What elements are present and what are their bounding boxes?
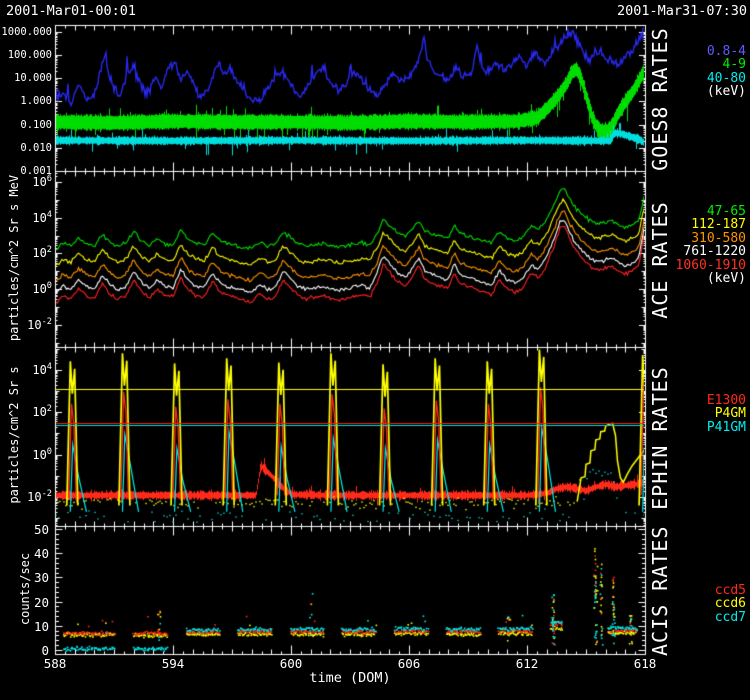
y-tick-label: 100.000	[0, 49, 52, 61]
x-tick-label: 588	[40, 656, 70, 671]
panel-title-goes8: GOES8 RATES	[648, 26, 672, 172]
y-tick-label: 50	[0, 522, 49, 537]
y-tick-label: 1000.000	[0, 26, 52, 38]
y-axis-unit-acis: counts/sec	[18, 524, 32, 654]
legend-ace: 47-65112-187310-580761-12201060-1910(keV…	[676, 205, 746, 285]
end-datetime-label: 2001-Mar31-07:30	[617, 3, 747, 19]
y-tick-label: 106	[0, 174, 52, 189]
legend-entry: ccd5	[715, 584, 746, 597]
legend-entry: ccd6	[715, 597, 746, 610]
plot-canvas	[0, 0, 750, 700]
y-tick-label: 104	[0, 362, 52, 377]
legend-goes8: 0.8-44-940-80(keV)	[707, 45, 746, 99]
panel-title-ephin: EPHIN RATES	[648, 348, 672, 528]
legend-entry: 1060-1910	[676, 259, 746, 272]
panel-title-acis: ACIS RATES	[648, 526, 672, 656]
legend-entry: 47-65	[676, 205, 746, 218]
y-tick-label: 104	[0, 210, 52, 225]
y-tick-label: 10-2	[0, 317, 52, 332]
y-tick-label: 100	[0, 447, 52, 462]
legend-entry: 310-580	[676, 232, 746, 245]
panel-title-ace: ACE RATES	[648, 172, 672, 348]
legend-entry: ccd7	[715, 611, 746, 624]
y-tick-label: 10.000	[0, 72, 52, 84]
x-tick-label: 600	[276, 656, 306, 671]
legend-entry: 40-80	[707, 72, 746, 85]
legend-entry: 112-187	[676, 218, 746, 231]
legend-entry: (keV)	[676, 272, 746, 285]
y-tick-label: 20	[0, 595, 49, 610]
legend-entry: E1300	[707, 394, 746, 407]
y-tick-label: 10	[0, 619, 49, 634]
legend-acis: ccd5ccd6ccd7	[715, 584, 746, 624]
x-tick-label: 606	[394, 656, 424, 671]
x-tick-label: 612	[512, 656, 542, 671]
legend-entry: P4GM	[707, 407, 746, 420]
y-tick-label: 10-2	[0, 489, 52, 504]
y-tick-label: 102	[0, 245, 52, 260]
y-tick-label: 30	[0, 570, 49, 585]
legend-ephin: E1300P4GMP41GM	[707, 394, 746, 434]
x-tick-label: 594	[158, 656, 188, 671]
legend-entry: P41GM	[707, 421, 746, 434]
legend-entry: 4-9	[707, 58, 746, 71]
y-tick-label: 40	[0, 546, 49, 561]
y-tick-label: 0.100	[0, 119, 52, 131]
y-tick-label: 102	[0, 404, 52, 419]
legend-entry: 761-1220	[676, 245, 746, 258]
y-tick-label: 0.010	[0, 142, 52, 154]
start-datetime-label: 2001-Mar01-00:01	[6, 3, 136, 19]
x-tick-label: 618	[630, 656, 660, 671]
x-axis-label: time (DOM)	[290, 670, 410, 686]
radiation-rates-plot: 2001-Mar01-00:01 2001-Mar31-07:30 GOES8 …	[0, 0, 750, 700]
y-tick-label: 1.000	[0, 95, 52, 107]
legend-entry: (keV)	[707, 85, 746, 98]
legend-entry: 0.8-4	[707, 45, 746, 58]
y-tick-label: 100	[0, 281, 52, 296]
